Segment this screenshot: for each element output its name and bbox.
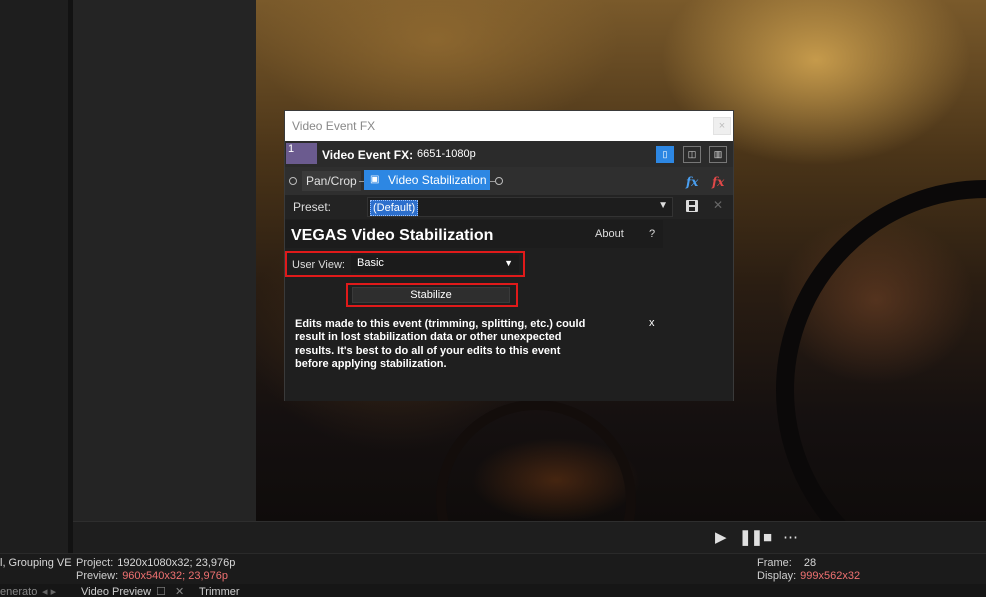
chain-end-node (495, 177, 503, 185)
left-panel (0, 0, 68, 553)
status-bar: l, Grouping VE Project: 1920x1080x32; 23,… (0, 553, 986, 584)
steering-wheel (776, 180, 986, 521)
plugin-panel: VEGAS Video Stabilization About ? User V… (285, 219, 733, 401)
fx-header: 1 Video Event FX: 6651-1080p ▯ ◫ ▥ (285, 141, 733, 167)
stabilize-button[interactable]: Stabilize (352, 287, 510, 303)
display-value: 999x562x32 (800, 570, 861, 582)
more-icon[interactable]: ⋯ (783, 530, 798, 546)
stop-icon[interactable]: ■ (763, 530, 772, 546)
video-event-fx-window: Video Event FX × 1 Video Event FX: 6651-… (284, 110, 734, 401)
transport-bar: ▶ ❚❚ ■ ⋯ (73, 521, 986, 553)
user-view-dropdown[interactable]: Basic ▼ (351, 255, 519, 273)
chevron-down-icon[interactable]: ▼ (658, 200, 668, 211)
fx-header-event: 6651-1080p (417, 148, 476, 160)
fx-window-title: Video Event FX (292, 119, 376, 133)
three-pane-layout-icon[interactable]: ▥ (709, 146, 727, 163)
tab-scroll-arrows[interactable]: ◂ ▸ (42, 585, 56, 597)
frame-label: Frame: (757, 557, 792, 569)
preset-dropdown[interactable]: (Default) ▼ (367, 197, 673, 217)
project-value: 1920x1080x32; 23,976p (117, 557, 236, 569)
plugin-title: VEGAS Video Stabilization (291, 227, 494, 244)
preset-row: Preset: (Default) ▼ ✕ (285, 195, 733, 219)
gauge-cluster (436, 400, 636, 521)
user-view-row: User View: Basic ▼ (285, 251, 525, 277)
chain-item-video-stabilization[interactable]: ▣ Video Stabilization (364, 170, 490, 190)
about-button[interactable]: About (595, 228, 624, 240)
fx-window-titlebar[interactable]: Video Event FX × (285, 111, 733, 141)
delete-icon[interactable]: ✕ (713, 198, 723, 212)
left-inner-panel (73, 0, 256, 521)
chain-start-node (289, 177, 297, 185)
tab-video-preview[interactable]: Video Preview (81, 585, 151, 597)
undock-icon[interactable]: ☐ (156, 585, 166, 597)
status-left-text: l, Grouping VE (0, 557, 72, 569)
chevron-down-icon[interactable]: ▼ (504, 258, 513, 268)
user-view-value: Basic (357, 257, 384, 269)
tab-trimmer[interactable]: Trimmer (199, 585, 240, 597)
display-label: Display: (757, 570, 797, 582)
plugin-icon: ▣ (370, 174, 380, 185)
preset-value[interactable]: (Default) (370, 200, 419, 216)
tab-generators[interactable]: enerato (0, 585, 37, 597)
plugin-titlebar: VEGAS Video Stabilization About ? (285, 220, 663, 248)
project-info: Project: 1920x1080x32; 23,976p (76, 557, 235, 570)
remove-fx-icon[interactable]: fx (712, 175, 724, 189)
preset-label: Preset: (293, 200, 332, 214)
bottom-tab-bar: enerato ◂ ▸ Video Preview ☐ ✕ Trimmer (0, 584, 986, 597)
dismiss-warning-button[interactable]: x (649, 317, 655, 329)
save-icon[interactable] (685, 199, 699, 213)
help-button[interactable]: ? (649, 228, 655, 240)
stabilize-highlight: Stabilize (346, 283, 518, 307)
chain-item-label: Video Stabilization (388, 173, 487, 187)
user-view-label: User View: (292, 259, 345, 271)
frame-value: 28 (803, 557, 817, 569)
single-pane-layout-icon[interactable]: ▯ (656, 146, 674, 163)
fx-chain: Pan/Crop ▣ Video Stabilization fx fx (285, 167, 733, 195)
close-icon[interactable]: × (713, 117, 731, 135)
thumbnail-index: 1 (288, 143, 295, 155)
display-info: Display: 999x562x32 (757, 570, 860, 583)
frame-info: Frame: 28 (757, 557, 816, 570)
split-pane-layout-icon[interactable]: ◫ (683, 146, 701, 163)
play-icon[interactable]: ▶ (715, 530, 727, 546)
warning-message: Edits made to this event (trimming, spli… (295, 318, 586, 370)
event-thumbnail: 1 (286, 143, 317, 164)
add-fx-icon[interactable]: fx (686, 175, 698, 189)
close-tab-icon[interactable]: ✕ (175, 585, 184, 597)
preview-value: 960x540x32; 23,976p (122, 570, 229, 582)
pause-icon[interactable]: ❚❚ (739, 530, 763, 546)
chain-item-pan-crop[interactable]: Pan/Crop (302, 171, 361, 191)
fx-header-label: Video Event FX: (322, 148, 414, 162)
project-label: Project: (76, 557, 114, 569)
preview-info: Preview: 960x540x32; 23,976p (76, 570, 228, 583)
preview-label: Preview: (76, 570, 119, 582)
